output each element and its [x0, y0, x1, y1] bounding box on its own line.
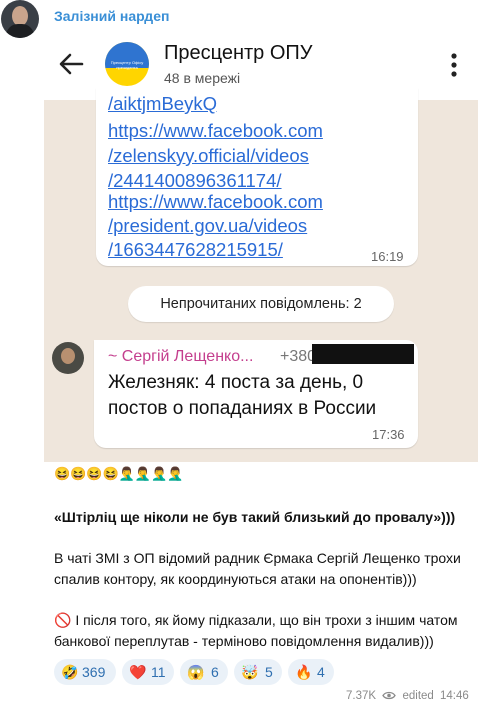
- message-bubble-sender: ~ Сергій Лещенко... +380 Железняк: 4 пос…: [94, 340, 418, 448]
- heart-emoji-icon: ❤️: [129, 664, 147, 680]
- link-line: /aiktjmBeykQ: [108, 93, 217, 114]
- sender-avatar: [52, 342, 84, 374]
- reaction-count: 369: [82, 664, 106, 680]
- post-paragraph-line: 🚫 І після того, як йому підказали, що ві…: [54, 612, 458, 628]
- avatar-body: [6, 24, 34, 38]
- reaction-count: 6: [211, 664, 219, 680]
- exploding-head-emoji-icon: 🤯: [241, 664, 259, 680]
- view-count: 7.37K: [346, 690, 377, 702]
- emoji-line: 😆😆😆😆🤦‍♂️🤦‍♂️🤦‍♂️🤦‍♂️: [54, 466, 184, 481]
- link-line: https://www.facebook.com: [108, 120, 323, 141]
- link-line: /president.gov.ua/videos: [108, 215, 308, 236]
- link-line: /zelenskyy.official/videos: [108, 145, 309, 166]
- post-paragraph-line: банкової переплутав - терміново повідомл…: [54, 633, 434, 649]
- more-vert-icon: [451, 53, 457, 77]
- message-time: 17:36: [372, 427, 405, 442]
- reaction-count: 5: [265, 664, 273, 680]
- post-time: 14:46: [440, 690, 469, 702]
- eye-icon: [382, 692, 397, 700]
- message-line: постов о попаданиях в России: [108, 398, 377, 419]
- post-paragraph-line: спалив контору, як координуються атаки н…: [54, 571, 417, 587]
- redaction-bar: [312, 344, 414, 364]
- link-line: /1663447628215915/: [108, 239, 283, 260]
- reaction-exploding-head[interactable]: 🤯 5: [234, 659, 282, 685]
- edited-label: edited: [402, 690, 434, 702]
- message-bubble-links: /aiktjmBeykQ https://www.facebook.com /z…: [96, 88, 418, 266]
- channel-avatar[interactable]: [1, 0, 39, 38]
- sender-name: ~ Сергій Лещенко...: [108, 348, 254, 365]
- group-title: Пресцентр ОПУ: [164, 42, 313, 64]
- message-time: 16:19: [371, 249, 404, 264]
- fire-emoji-icon: 🔥: [295, 664, 313, 680]
- back-arrow-icon: [59, 53, 84, 75]
- group-logo-text: Пресцентр Офісу президента: [110, 60, 144, 70]
- scream-emoji-icon: 😱: [187, 664, 205, 680]
- channel-name[interactable]: Залізний нардеп: [54, 8, 169, 24]
- post-quote: «Штірліц ще ніколи не був такий близький…: [54, 509, 456, 525]
- reaction-heart[interactable]: ❤️ 11: [122, 659, 174, 685]
- post-paragraph-line: В чаті ЗМІ з ОП відомий радник Єрмака Се…: [54, 550, 461, 566]
- avatar-face: [12, 6, 28, 26]
- reaction-count: 4: [317, 664, 325, 680]
- reaction-count: 11: [151, 664, 166, 680]
- link-line: /2441400896361174/: [108, 170, 282, 191]
- group-avatar: Пресцентр Офісу президента: [105, 42, 149, 86]
- post-footer: 7.37K edited 14:46: [346, 690, 469, 702]
- message-text: Железняк: 4 поста за день, 0 постов о по…: [108, 370, 376, 422]
- reaction-scream[interactable]: 😱 6: [180, 659, 228, 685]
- message-line: Железняк: 4 поста за день, 0: [108, 372, 364, 393]
- group-online-count: 48 в мережі: [164, 70, 241, 86]
- reaction-rofl[interactable]: 🤣 369: [54, 659, 116, 685]
- reaction-fire[interactable]: 🔥 4: [288, 659, 334, 685]
- sender-phone: +380: [280, 348, 317, 365]
- unread-banner: Непрочитаних повідомлень: 2: [128, 286, 394, 322]
- embedded-screenshot[interactable]: Пресцентр Офісу президента Пресцентр ОПУ…: [44, 28, 478, 462]
- link-line: https://www.facebook.com: [108, 191, 323, 212]
- rofl-emoji-icon: 🤣: [61, 664, 79, 680]
